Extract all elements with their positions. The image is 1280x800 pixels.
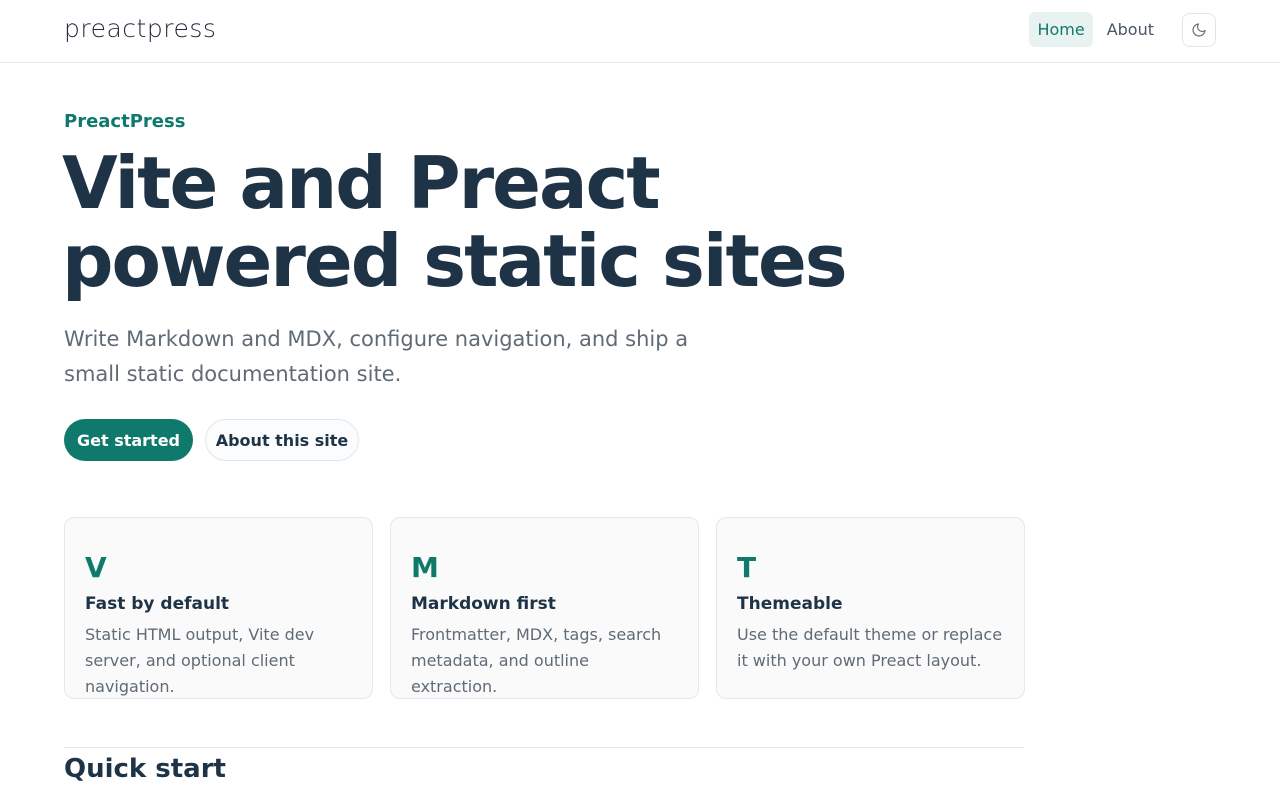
main-nav: Home About <box>1029 12 1216 47</box>
feature-card: V Fast by default Static HTML output, Vi… <box>64 517 373 699</box>
hero-title: Vite and Preact powered static sites <box>62 144 962 300</box>
feature-cards: V Fast by default Static HTML output, Vi… <box>64 517 1025 699</box>
top-navigation-bar: preactpress Home About <box>0 0 1280 63</box>
theme-toggle-button[interactable] <box>1182 12 1216 47</box>
site-logo[interactable]: preactpress <box>64 14 216 43</box>
hero-title-line-2: powered static sites <box>62 219 848 303</box>
get-started-button[interactable]: Get started <box>64 419 193 461</box>
feature-card-description: Frontmatter, MDX, tags, search metadata,… <box>411 625 662 696</box>
feature-card-description: Static HTML output, Vite dev server, and… <box>85 625 315 696</box>
moon-icon <box>1192 22 1206 37</box>
hero-subtitle: Write Markdown and MDX, configure naviga… <box>64 327 689 386</box>
feature-card-letter: M <box>411 551 439 584</box>
section-divider <box>64 747 1024 748</box>
feature-card-title: Markdown first <box>411 594 556 614</box>
nav-link-about[interactable]: About <box>1099 12 1162 47</box>
nav-link-home[interactable]: Home <box>1029 12 1093 47</box>
feature-card-letter: V <box>85 551 107 584</box>
feature-card-letter: T <box>737 551 757 584</box>
feature-card: T Themeable Use the default theme or rep… <box>716 517 1025 699</box>
quick-start-heading: Quick start <box>64 754 226 784</box>
feature-card-title: Fast by default <box>85 594 230 614</box>
feature-card-title: Themeable <box>737 594 843 614</box>
feature-card: M Markdown first Frontmatter, MDX, tags,… <box>390 517 699 699</box>
feature-card-description: Use the default theme or replace it with… <box>737 625 1003 670</box>
hero-title-line-1: Vite and Preact <box>62 141 661 225</box>
about-this-site-button[interactable]: About this site <box>205 419 359 461</box>
hero-eyebrow: PreactPress <box>64 111 186 132</box>
